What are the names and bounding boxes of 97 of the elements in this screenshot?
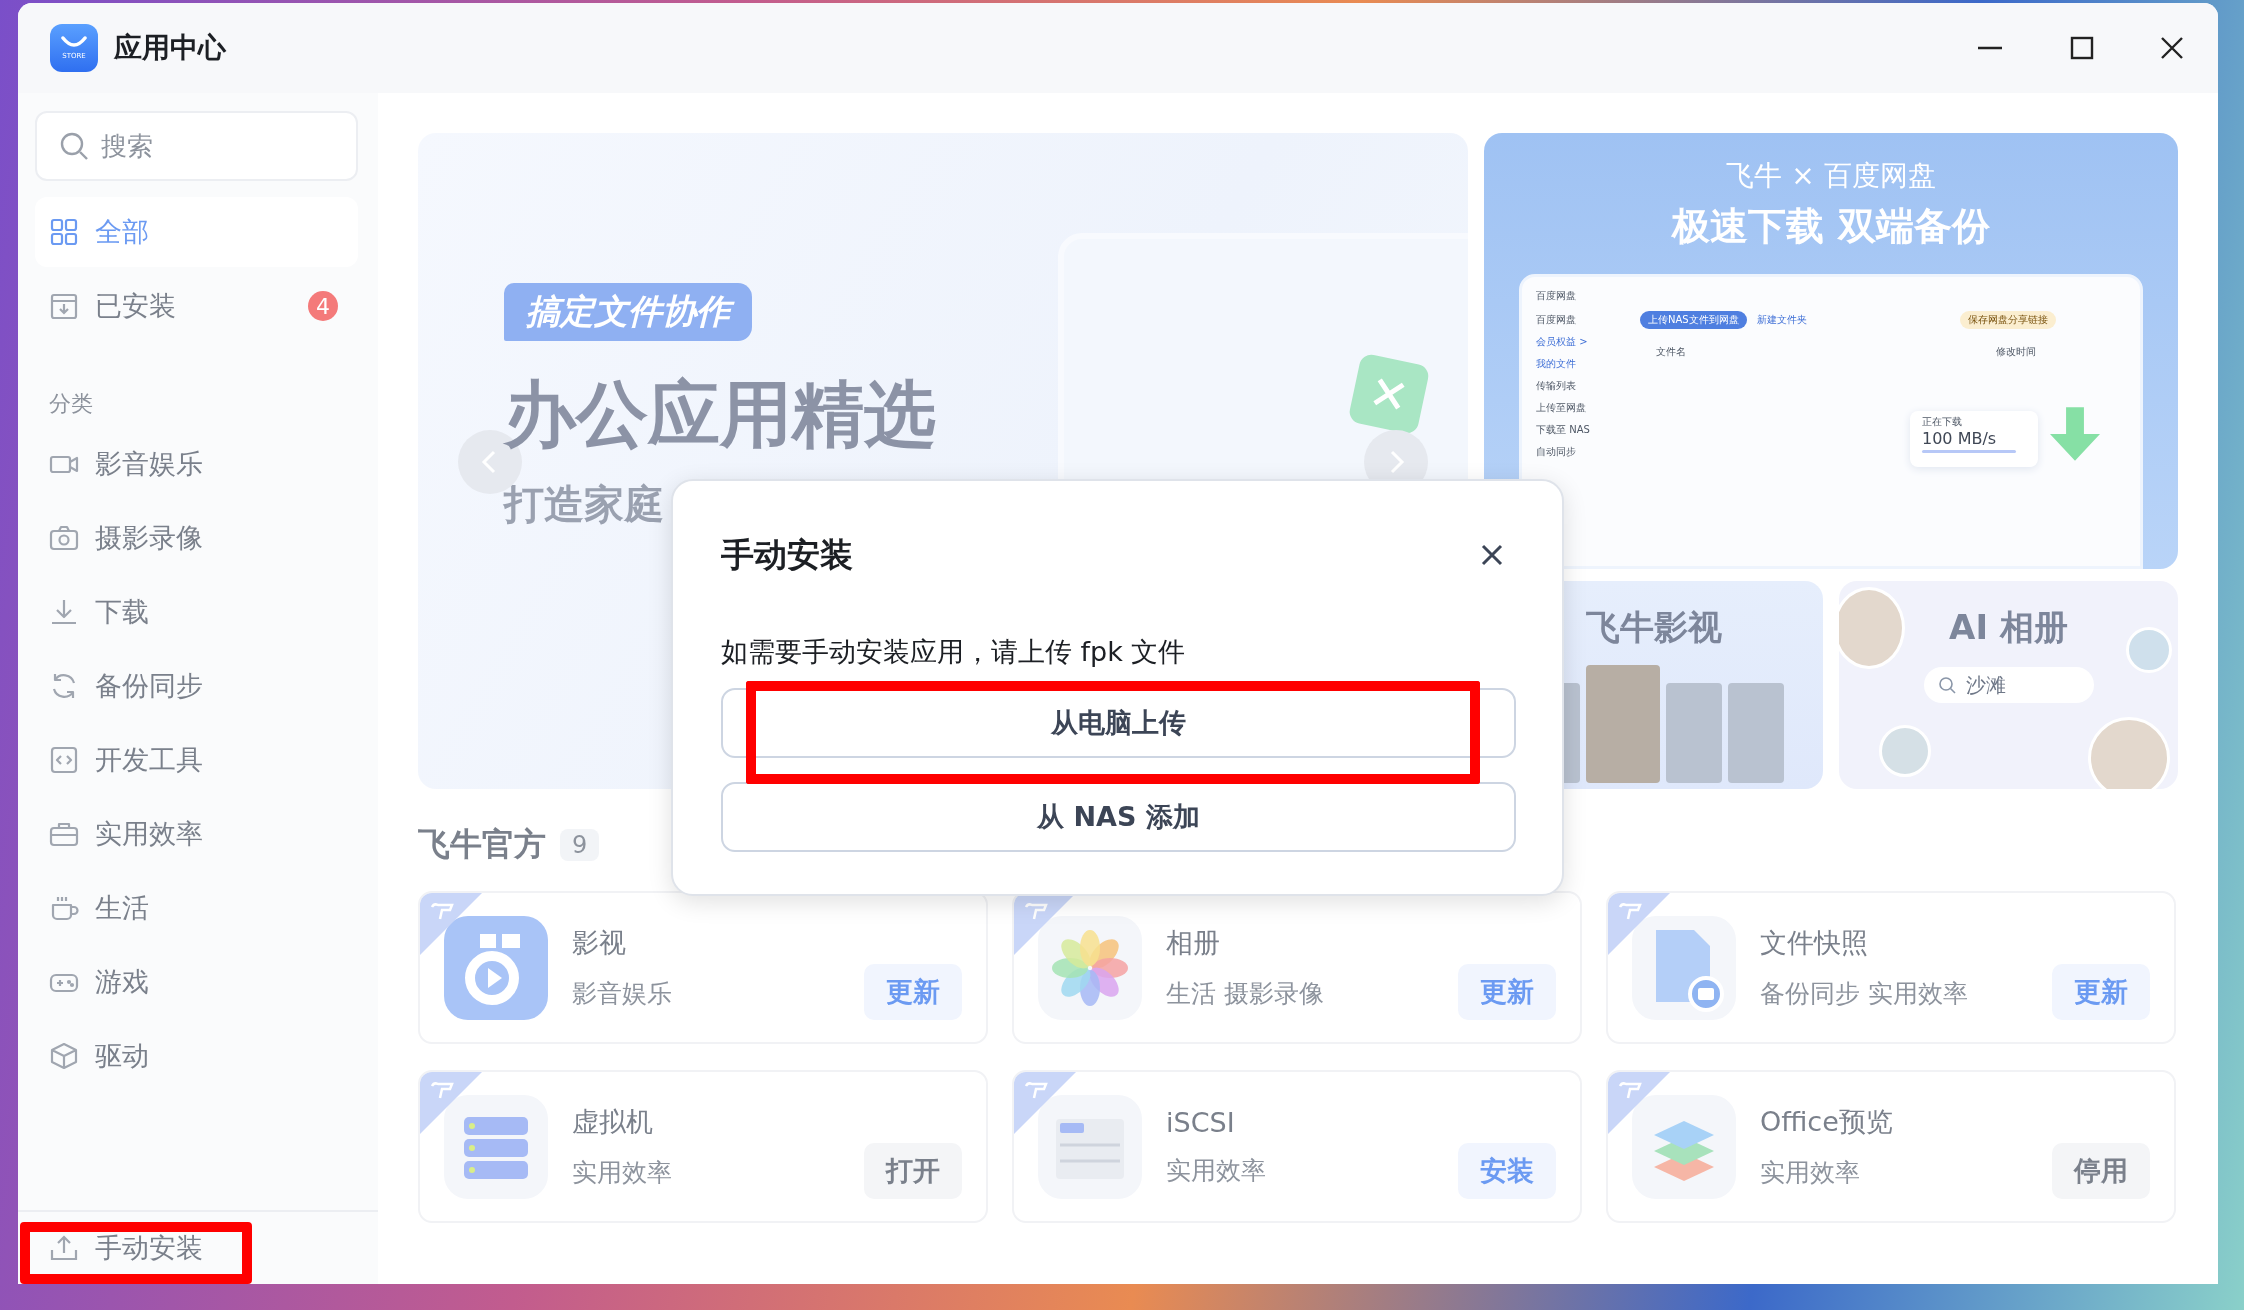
smile-icon: [59, 36, 89, 50]
play-icon: [444, 915, 548, 1020]
app-categories: 备份同步 实用效率: [1760, 978, 1969, 1010]
photo-placeholder: [2126, 627, 2172, 673]
promo-headline: 极速下载 双端备份: [1672, 203, 1990, 250]
app-categories: 实用效率: [1166, 1154, 1267, 1187]
dialog-message: 如需要手动安装应用，请上传 fpk 文件: [721, 635, 1187, 669]
mock-nav-item: 自动同步: [1536, 445, 1577, 459]
promo-brand-line: 飞牛 × 百度网盘: [1726, 158, 1936, 194]
maximize-icon[interactable]: [2070, 36, 2094, 60]
app-name: Office预览: [1760, 1105, 1894, 1139]
close-icon[interactable]: [2160, 36, 2184, 60]
close-icon[interactable]: [1480, 543, 1504, 567]
mock-nav-item: 我的文件: [1536, 357, 1577, 371]
mock-speed-label: 正在下载: [1922, 415, 1963, 429]
dialog-title: 手动安装: [721, 533, 853, 576]
layers-icon: [1632, 1094, 1736, 1199]
mock-nav-item: 传输列表: [1536, 379, 1577, 393]
app-card[interactable]: 虚拟机 实用效率 打开: [418, 1070, 988, 1223]
mock-nav-item: 上传至网盘: [1536, 401, 1587, 415]
app-action-button[interactable]: 停用: [2052, 1143, 2150, 1199]
app-card[interactable]: 文件快照 备份同步 实用效率 更新: [1606, 891, 2176, 1044]
nav-item[interactable]: 全部: [35, 197, 358, 267]
official-corner-icon: [1608, 893, 1670, 955]
photo-placeholder: [1879, 725, 1931, 777]
promo-tile[interactable]: AI 相册 沙滩: [1839, 581, 2178, 789]
search-text: 沙滩: [1965, 671, 2006, 699]
app-name: 相册: [1166, 926, 1221, 960]
app-categories: 影音娱乐: [572, 978, 673, 1010]
app-name: 虚拟机: [572, 1105, 654, 1139]
search-field[interactable]: 搜索: [35, 111, 358, 181]
mock-link: 会员权益 >: [1536, 335, 1589, 349]
cube-icon: [49, 1041, 79, 1071]
promo-banner[interactable]: 飞牛 × 百度网盘 极速下载 双端备份 百度网盘 百度网盘 会员权益 > 我的文件 传输列表 上传至网盘 下载至 NAS 自动同步 上传NAS文件到网盘 新建文件夹 保存网盘分享链接 文件名 修改时间 正在下载 100 MB/s: [1484, 133, 2178, 569]
app-action-button[interactable]: 安装: [1458, 1143, 1556, 1199]
mock-toolbar-item: 上传NAS文件到网盘: [1640, 311, 1747, 329]
dialog-button[interactable]: 从电脑上传: [721, 688, 1516, 758]
grid-icon: [49, 217, 79, 247]
app-name: iSCSI: [1166, 1106, 1236, 1138]
mock-toolbar-item: 新建文件夹: [1756, 313, 1807, 327]
flower-icon: [1038, 915, 1142, 1020]
official-corner-icon: [1014, 1072, 1076, 1134]
mock-speed: 100 MB/s: [1922, 429, 1998, 448]
count-badge: 9: [560, 829, 600, 861]
code-icon: [49, 745, 79, 775]
manual-install-item[interactable]: 手动安装: [18, 1210, 378, 1284]
app-card[interactable]: Office预览 实用效率 停用: [1606, 1070, 2176, 1223]
category-item[interactable]: 下载: [35, 577, 358, 647]
category-item[interactable]: 驱动: [35, 1021, 358, 1091]
official-corner-icon: [420, 893, 482, 955]
category-item[interactable]: 影音娱乐: [35, 429, 358, 499]
category-item[interactable]: 摄影录像: [35, 503, 358, 573]
app-card[interactable]: iSCSI 实用效率 安装: [1012, 1070, 1582, 1223]
official-corner-icon: [1608, 1072, 1670, 1134]
down-arrow-icon: [2050, 407, 2100, 461]
category-item[interactable]: 生活: [35, 873, 358, 943]
mock-share-item: 保存网盘分享链接: [1960, 311, 2056, 329]
app-action-button[interactable]: 更新: [2052, 964, 2150, 1020]
mock-column-heading: 文件名: [1656, 345, 1686, 359]
mock-nav-item: 下载至 NAS: [1536, 423, 1591, 437]
app-categories: 实用效率: [1760, 1157, 1861, 1189]
list-icon: [1038, 1094, 1142, 1199]
tile-title: AI 相册: [1949, 606, 2068, 649]
official-corner-icon: [420, 1072, 482, 1134]
app-name: 影视: [572, 926, 627, 960]
app-action-button[interactable]: 打开: [864, 1143, 962, 1199]
camera-icon: [49, 523, 79, 553]
section-label: 分类: [49, 390, 94, 418]
document-camera-icon: [1632, 915, 1736, 1020]
server-icon: [444, 1094, 548, 1199]
category-item[interactable]: 开发工具: [35, 725, 358, 795]
app-categories: 生活 摄影录像: [1166, 978, 1325, 1010]
download-icon: [49, 597, 79, 627]
section-title: 飞牛官方: [418, 824, 546, 865]
window-title: 应用中心: [114, 30, 226, 66]
promo-headline: 办公应用精选: [504, 371, 936, 458]
dialog-button[interactable]: 从 NAS 添加: [721, 782, 1516, 852]
upload-icon: [49, 1233, 79, 1263]
app-action-button[interactable]: 更新: [864, 964, 962, 1020]
promo-tag: 搞定文件协作: [504, 283, 752, 341]
app-name: 文件快照: [1760, 926, 1869, 960]
nav-item[interactable]: 已安装 4: [35, 271, 358, 341]
category-item[interactable]: 备份同步: [35, 651, 358, 721]
app-action-button[interactable]: 更新: [1458, 964, 1556, 1020]
category-item[interactable]: 实用效率: [35, 799, 358, 869]
mock-title: 百度网盘: [1536, 289, 1576, 303]
tile-title: 飞牛影视: [1585, 606, 1722, 649]
category-item[interactable]: 游戏: [35, 947, 358, 1017]
mock-account: 百度网盘: [1536, 313, 1577, 327]
count-badge: 4: [308, 291, 338, 321]
tray-icon: [49, 291, 79, 321]
search-icon: [59, 131, 89, 161]
app-card[interactable]: 影视 影音娱乐 更新: [418, 891, 988, 1044]
mock-column-heading: 修改时间: [1996, 345, 2036, 359]
search-icon: [1937, 676, 1956, 694]
app-categories: 实用效率: [572, 1157, 673, 1189]
promo-subline: 打造家庭: [504, 480, 664, 529]
